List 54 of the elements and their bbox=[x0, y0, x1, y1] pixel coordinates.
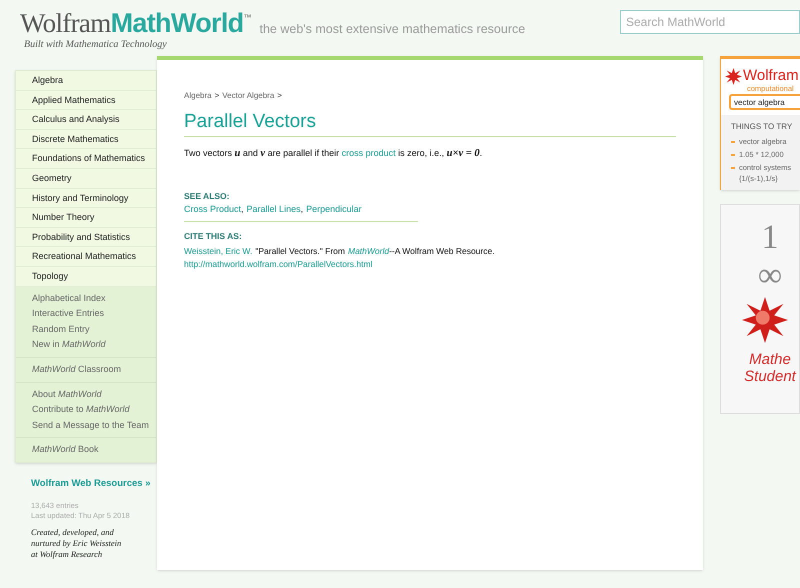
logo-wordmark: Wolfram bbox=[20, 7, 111, 40]
see-also-link[interactable]: Cross Product bbox=[184, 202, 242, 216]
resources-link[interactable]: Wolfram Web Resources » bbox=[31, 476, 157, 492]
logo-tagline: Built with Mathematica Technology bbox=[24, 40, 168, 50]
category-link[interactable]: Probability and Statistics bbox=[16, 228, 156, 248]
author-link[interactable]: Weisstein, Eric W. bbox=[184, 244, 252, 258]
citation-text: "Parallel Vectors." From bbox=[255, 244, 345, 258]
site-slogan: the web's most extensive mathematics resource bbox=[260, 21, 526, 38]
sidebar-link[interactable]: New in MathWorld bbox=[16, 337, 156, 353]
category-link[interactable]: Geometry bbox=[16, 168, 156, 189]
logo-wordmark-accent: MathWorld bbox=[110, 7, 244, 40]
sidebar-link[interactable]: About MathWorld bbox=[16, 386, 156, 402]
category-link[interactable]: Recreational Mathematics bbox=[16, 247, 156, 267]
star-logo-icon bbox=[725, 68, 742, 84]
ad-symbol: ∞ bbox=[758, 257, 782, 295]
section-heading: SEE ALSO: bbox=[184, 190, 230, 202]
category-link[interactable]: Calculus and Analysis bbox=[16, 110, 156, 130]
list-separator: , bbox=[241, 202, 244, 216]
breadcrumb-separator: > bbox=[214, 90, 220, 102]
ad-symbol: 1 bbox=[762, 219, 778, 257]
breadcrumb-separator: > bbox=[277, 90, 282, 102]
query-field[interactable]: vector algebra bbox=[729, 94, 800, 110]
category-link[interactable]: Discrete Mathematics bbox=[16, 130, 156, 150]
sidebar-link[interactable]: MathWorld Book bbox=[16, 442, 156, 458]
breadcrumb-link[interactable]: Vector Algebra bbox=[222, 90, 274, 102]
citation-text: --A Wolfram Web Resource. bbox=[389, 244, 495, 258]
list-separator: , bbox=[300, 202, 304, 216]
ad-caption: Mathe Student bbox=[744, 351, 796, 385]
source-link[interactable]: MathWorld bbox=[348, 244, 390, 258]
sidebar-link[interactable]: Send a Message to the Team bbox=[16, 418, 156, 434]
see-also-link[interactable]: Perpendicular bbox=[306, 202, 362, 216]
category-link[interactable]: History and Terminology bbox=[16, 188, 156, 208]
cross-product-link[interactable]: cross product bbox=[342, 148, 396, 158]
category-link[interactable]: Applied Mathematics bbox=[16, 90, 156, 110]
star-logo-icon bbox=[742, 297, 788, 343]
article-url-link[interactable]: http://mathworld.wolfram.com/ParallelVectors.html bbox=[184, 258, 676, 270]
see-also-link[interactable]: Parallel Lines bbox=[246, 202, 301, 216]
section-heading: CITE THIS AS: bbox=[184, 230, 243, 243]
category-link[interactable]: Foundations of Mathematics bbox=[16, 149, 156, 169]
category-link[interactable]: Algebra bbox=[16, 71, 156, 91]
article-title: Parallel Vectors bbox=[184, 110, 676, 137]
sidebar-link[interactable]: MathWorld Classroom bbox=[16, 362, 156, 378]
sidebar-link[interactable]: Interactive Entries bbox=[16, 306, 156, 322]
sidebar-link[interactable]: Random Entry bbox=[16, 322, 156, 338]
definition-text: Two vectors u and v are parallel if their cross product is zero, i.e., u×v = 0. bbox=[184, 147, 484, 161]
category-link[interactable]: Number Theory bbox=[16, 208, 156, 228]
credit-note: Created, developed, and nurtured by Eric Weisstein at Wolfram Research bbox=[31, 527, 122, 560]
sidebar-link[interactable]: Contribute to MathWorld bbox=[16, 402, 156, 418]
trademark-sign: ™ bbox=[244, 12, 252, 24]
search-field[interactable]: Search MathWorld bbox=[620, 10, 800, 34]
sidebar-link[interactable]: Alphabetical Index bbox=[16, 290, 156, 306]
widget-heading: THINGS TO TRY bbox=[731, 121, 794, 133]
breadcrumb-link[interactable]: Algebra bbox=[184, 90, 212, 102]
widget-brand: Wolfram bbox=[743, 67, 799, 85]
